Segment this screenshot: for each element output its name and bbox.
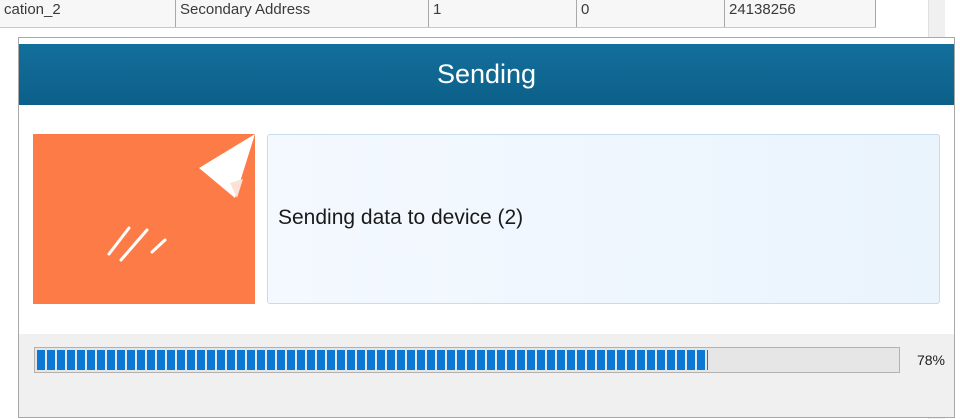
progress-bar [34, 347, 900, 373]
progress-bar-fill [37, 350, 708, 370]
paper-plane-icon [33, 134, 255, 304]
table-cell: 1 [429, 0, 577, 27]
progress-percent: 78% [916, 352, 945, 368]
dialog-footer: 78% [19, 334, 954, 417]
background-table-row: cation_2 Secondary Address 1 0 24138256 [0, 0, 876, 28]
table-cell: 24138256 [725, 0, 876, 27]
dialog-title: Sending [19, 44, 954, 105]
table-cell: cation_2 [0, 0, 176, 27]
table-cell: Secondary Address [176, 0, 429, 27]
status-message: Sending data to device (2) [278, 206, 524, 229]
table-cell: 0 [577, 0, 725, 27]
sending-dialog: Sending Sending data to device (2) 78% [18, 37, 955, 418]
message-panel: Sending data to device (2) [267, 134, 940, 304]
